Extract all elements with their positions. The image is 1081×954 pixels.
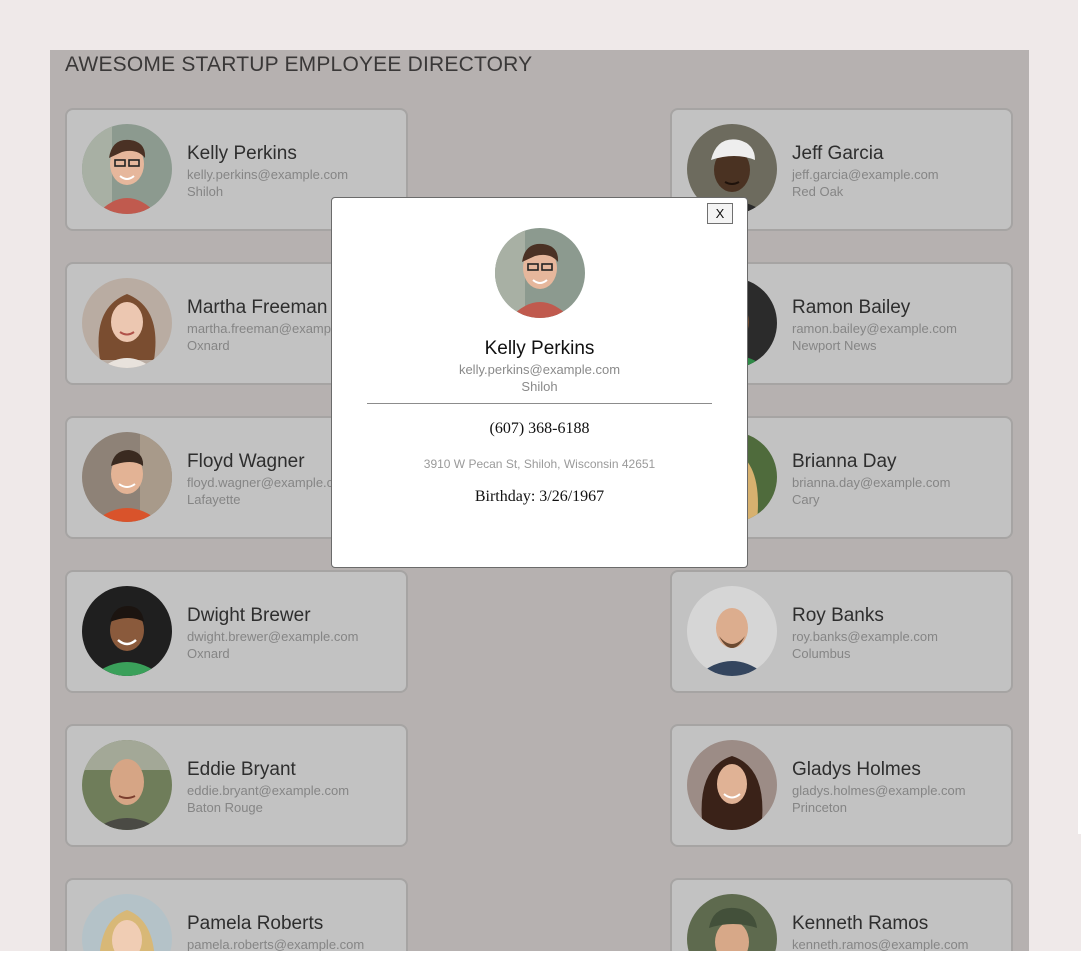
- employee-email: brianna.day@example.com: [792, 475, 951, 490]
- modal-name: Kelly Perkins: [484, 338, 595, 359]
- employee-name: Floyd Wagner: [187, 451, 305, 472]
- avatar: [82, 740, 172, 830]
- employee-name: Eddie Bryant: [187, 759, 296, 780]
- employee-city: Red Oak: [792, 184, 844, 199]
- employee-name: Pamela Roberts: [187, 913, 324, 934]
- modal-city: Shiloh: [521, 379, 558, 394]
- employee-name: Gladys Holmes: [792, 759, 921, 780]
- employee-email: ramon.bailey@example.com: [792, 321, 957, 336]
- modal-email: kelly.perkins@example.com: [458, 362, 621, 377]
- modal-divider: [367, 403, 712, 404]
- modal-address: 3910 W Pecan St, Shiloh, Wisconsin 42651: [423, 457, 656, 471]
- avatar: [82, 432, 172, 522]
- avatar: [82, 586, 172, 676]
- employee-city: Baton Rouge: [187, 800, 263, 815]
- employee-email: dwight.brewer@example.com: [187, 629, 359, 644]
- avatar: [687, 894, 777, 954]
- modal-birthday: Birthday: 3/26/1967: [474, 488, 605, 505]
- employee-city: Princeton: [792, 800, 847, 815]
- employee-email: jeff.garcia@example.com: [792, 167, 939, 182]
- employee-name: Kenneth Ramos: [792, 913, 929, 934]
- employee-name: Kelly Perkins: [187, 143, 297, 164]
- employee-card[interactable]: Dwight Brewer dwight.brewer@example.com …: [65, 570, 408, 693]
- employee-card[interactable]: Pamela Roberts pamela.roberts@example.co…: [65, 878, 408, 954]
- employee-city: Oxnard: [187, 646, 230, 661]
- employee-email: eddie.bryant@example.com: [187, 783, 350, 798]
- avatar: [82, 124, 172, 214]
- page-title: AWESOME STARTUP EMPLOYEE DIRECTORY: [65, 53, 533, 76]
- employee-email: kelly.perkins@example.com: [187, 167, 349, 182]
- avatar: [687, 586, 777, 676]
- employee-email: roy.banks@example.com: [792, 629, 938, 644]
- employee-card[interactable]: Kenneth Ramos kenneth.ramos@example.com: [670, 878, 1013, 954]
- employee-modal: X Kelly Perkins kelly.perkins@example.co…: [331, 197, 748, 568]
- avatar: [82, 894, 172, 954]
- employee-card[interactable]: Gladys Holmes gladys.holmes@example.com …: [670, 724, 1013, 847]
- employee-city: Lafayette: [187, 492, 241, 507]
- modal-phone: (607) 368-6188: [489, 420, 590, 437]
- employee-card[interactable]: Roy Banks roy.banks@example.com Columbus: [670, 570, 1013, 693]
- employee-city: Columbus: [792, 646, 851, 661]
- employee-name: Ramon Bailey: [792, 297, 911, 318]
- modal-avatar: [495, 228, 585, 318]
- employee-email: gladys.holmes@example.com: [792, 783, 966, 798]
- employee-city: Shiloh: [187, 184, 224, 199]
- employee-email: floyd.wagner@example.com: [187, 475, 352, 490]
- employee-name: Brianna Day: [792, 451, 897, 472]
- employee-city: Newport News: [792, 338, 877, 353]
- close-button[interactable]: X: [707, 203, 733, 224]
- employee-name: Dwight Brewer: [187, 605, 311, 626]
- employee-card[interactable]: Eddie Bryant eddie.bryant@example.com Ba…: [65, 724, 408, 847]
- avatar: [82, 278, 172, 368]
- employee-name: Jeff Garcia: [792, 143, 884, 164]
- avatar: [687, 740, 777, 830]
- employee-name: Roy Banks: [792, 605, 884, 626]
- employee-city: Cary: [792, 492, 820, 507]
